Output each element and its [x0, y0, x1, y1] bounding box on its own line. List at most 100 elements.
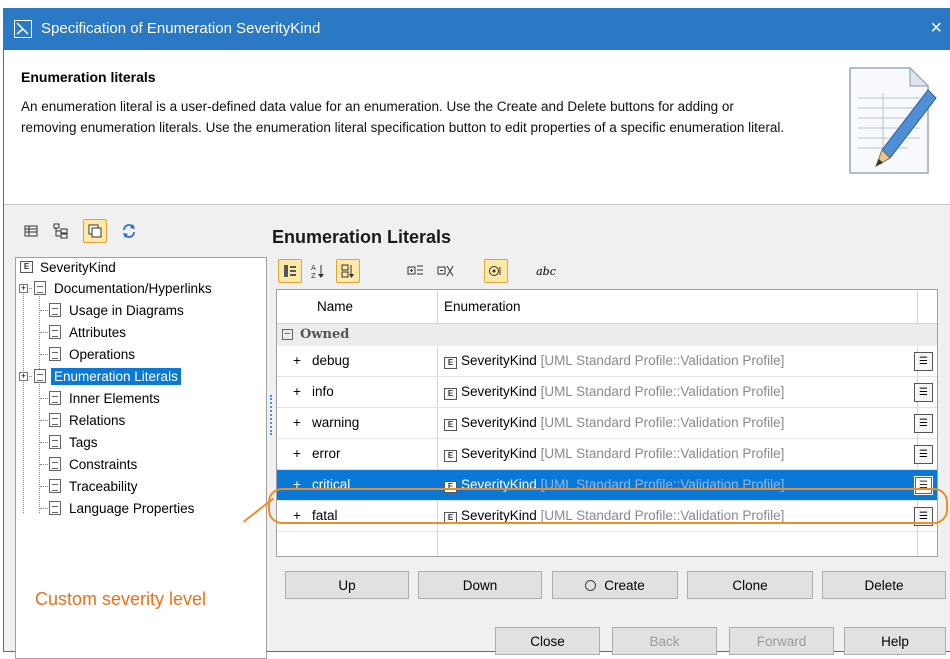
literal-name: warning — [312, 415, 360, 430]
specification-button[interactable]: ☰ — [914, 352, 933, 371]
enumeration-icon: E — [444, 512, 457, 524]
abc-label: abc — [536, 264, 556, 278]
document-pencil-icon — [849, 66, 937, 174]
group-row-owned[interactable]: − Owned — [277, 324, 937, 346]
group-label: Owned — [300, 327, 350, 342]
forward-button[interactable]: Forward — [729, 627, 834, 655]
enumeration-cell: E SeverityKind [UML Standard Profile::Val… — [444, 477, 784, 493]
clone-button[interactable]: Clone — [687, 571, 813, 599]
enumeration-icon: E — [444, 481, 457, 493]
compact-view-icon[interactable] — [83, 219, 107, 243]
specification-button[interactable]: ☰ — [914, 476, 933, 495]
up-button[interactable]: Up — [285, 571, 409, 599]
tree-item-usage-in-diagrams[interactable]: Usage in Diagrams — [49, 300, 187, 320]
plus-icon: + — [293, 508, 301, 523]
sort-by-order-icon[interactable] — [336, 259, 360, 283]
enumeration-cell: E SeverityKind [UML Standard Profile::Val… — [444, 353, 784, 369]
table-row[interactable]: + warning E SeverityKind [UML Standard Pr… — [277, 408, 937, 439]
tree-item-label: Tags — [69, 434, 98, 450]
tree-item-relations[interactable]: Relations — [49, 410, 128, 430]
page-icon — [34, 281, 46, 295]
help-button[interactable]: Help — [844, 627, 946, 655]
plus-icon: + — [293, 477, 301, 492]
plus-icon: + — [293, 446, 301, 461]
literal-name: critical — [312, 477, 351, 492]
enumeration-cell: E SeverityKind [UML Standard Profile::Val… — [444, 384, 784, 400]
table-row-selected[interactable]: + critical E SeverityKind [UML Standard P… — [277, 470, 937, 501]
specification-button[interactable]: ☰ — [914, 507, 933, 526]
table-toolbar: AZ abc — [276, 257, 936, 287]
refresh-icon[interactable] — [117, 219, 141, 243]
tree-item-language-properties[interactable]: Language Properties — [49, 498, 197, 518]
collapse-all-icon[interactable] — [434, 259, 458, 283]
header-heading: Enumeration literals — [21, 69, 156, 85]
page-icon — [49, 347, 61, 361]
literal-name: error — [312, 446, 341, 461]
tree-view-icon[interactable] — [49, 219, 73, 243]
enumeration-cell: E SeverityKind [UML Standard Profile::Val… — [444, 446, 784, 462]
specification-button[interactable]: ☰ — [914, 383, 933, 402]
page-icon — [49, 435, 61, 449]
table-row[interactable]: + fatal E SeverityKind [UML Standard Prof… — [277, 501, 937, 532]
plus-icon: + — [293, 384, 301, 399]
title-bar: Specification of Enumeration SeverityKin… — [4, 9, 950, 50]
close-button[interactable]: Close — [495, 627, 600, 655]
tree-item-constraints[interactable]: Constraints — [49, 454, 140, 474]
abc-toggle-icon[interactable]: abc — [534, 259, 558, 283]
table-row[interactable]: + error E SeverityKind [UML Standard Prof… — [277, 439, 937, 470]
tree-item-label: Documentation/Hyperlinks — [54, 280, 212, 296]
literal-name: fatal — [312, 508, 338, 523]
page-icon — [34, 369, 46, 383]
literal-name: info — [312, 384, 334, 399]
tree-item-attributes[interactable]: Attributes — [49, 322, 129, 342]
expand-icon[interactable]: + — [19, 371, 28, 381]
tree-item-enumeration-literals[interactable]: + Enumeration Literals — [19, 366, 181, 386]
table-header: Name Enumeration — [277, 290, 937, 324]
list-view-icon[interactable] — [19, 219, 43, 243]
tree-root-label: SeverityKind — [40, 259, 116, 275]
panel-splitter[interactable] — [270, 395, 272, 435]
page-icon — [49, 501, 61, 515]
tree-item-label: Relations — [69, 412, 126, 428]
tree-item-traceability[interactable]: Traceability — [49, 476, 141, 496]
table-row[interactable]: + info E SeverityKind [UML Standard Profi… — [277, 377, 937, 408]
close-icon[interactable]: × — [930, 17, 942, 40]
tree-item-tags[interactable]: Tags — [49, 432, 101, 452]
literals-table: Name Enumeration − Owned + debug E Severi… — [276, 289, 938, 557]
specification-button[interactable]: ☰ — [914, 445, 933, 464]
create-circle-icon — [585, 579, 597, 591]
plus-icon: + — [293, 415, 301, 430]
sort-alphabetically-icon[interactable]: AZ — [306, 259, 330, 283]
create-button[interactable]: Create — [552, 571, 678, 599]
create-button-label: Create — [604, 577, 645, 593]
main-area: E SeverityKind + Documentation/Hyperlink… — [4, 205, 950, 659]
page-icon — [49, 303, 61, 317]
tree-item-documentation[interactable]: + Documentation/Hyperlinks — [19, 278, 215, 298]
column-header-enumeration[interactable]: Enumeration — [444, 299, 521, 314]
specification-button[interactable]: ☰ — [914, 414, 933, 433]
table-row[interactable]: + debug E SeverityKind [UML Standard Prof… — [277, 346, 937, 377]
tree-item-inner-elements[interactable]: Inner Elements — [49, 388, 163, 408]
panel-title: Enumeration Literals — [272, 227, 452, 247]
delete-button[interactable]: Delete — [822, 571, 946, 599]
tree-item-label: Language Properties — [69, 500, 195, 516]
group-by-icon[interactable] — [278, 259, 302, 283]
dialog-title: Specification of Enumeration SeverityKin… — [41, 20, 321, 37]
down-button[interactable]: Down — [418, 571, 542, 599]
expand-icon[interactable]: + — [19, 283, 28, 293]
annotation-callout: Custom severity level — [35, 589, 207, 609]
tree-item-label: Attributes — [69, 324, 127, 340]
page-icon — [49, 325, 61, 339]
collapse-icon[interactable]: − — [282, 329, 293, 340]
specification-tree: E SeverityKind + Documentation/Hyperlink… — [15, 257, 267, 659]
back-button[interactable]: Back — [612, 627, 717, 655]
tree-item-label: Traceability — [69, 478, 138, 494]
page-icon — [49, 479, 61, 493]
enumeration-icon: E — [444, 419, 457, 431]
tree-item-operations[interactable]: Operations — [49, 344, 138, 364]
expand-all-icon[interactable] — [404, 259, 428, 283]
column-header-name[interactable]: Name — [317, 299, 353, 314]
enumeration-icon: E — [444, 450, 457, 462]
filter-icon[interactable] — [484, 259, 508, 283]
tree-root-severitykind[interactable]: E SeverityKind — [20, 257, 119, 277]
